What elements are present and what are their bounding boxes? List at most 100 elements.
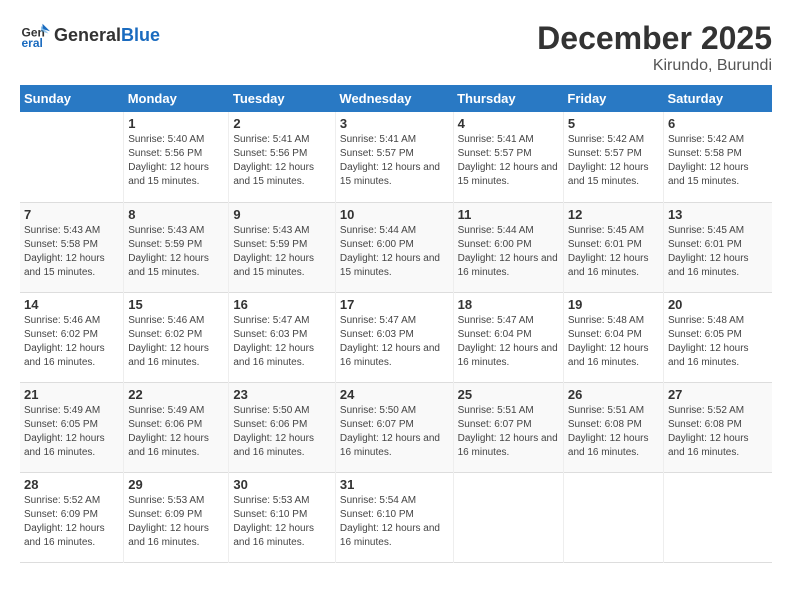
day-number: 9 <box>233 207 331 222</box>
day-sun-info: Sunrise: 5:43 AMSunset: 5:59 PMDaylight:… <box>128 224 224 280</box>
calendar-cell: 30Sunrise: 5:53 AMSunset: 6:10 PMDayligh… <box>229 472 336 562</box>
day-number: 11 <box>458 207 559 222</box>
day-number: 31 <box>340 477 449 492</box>
day-number: 29 <box>128 477 224 492</box>
day-number: 16 <box>233 297 331 312</box>
day-number: 5 <box>568 116 659 131</box>
week-row-3: 14 Sunrise: 5:46 AMSunset: 6:02 PMDayligh… <box>20 292 772 382</box>
weekday-header-saturday: Saturday <box>663 85 772 112</box>
day-sun-info: Sunrise: 5:54 AMSunset: 6:10 PMDaylight:… <box>340 494 449 550</box>
calendar-cell: 8Sunrise: 5:43 AMSunset: 5:59 PMDaylight… <box>124 202 229 292</box>
day-number: 26 <box>568 387 659 402</box>
calendar-cell: 31 Sunrise: 5:54 AMSunset: 6:10 PMDayligh… <box>335 472 453 562</box>
day-sun-info: Sunrise: 5:47 AMSunset: 6:03 PMDaylight:… <box>233 314 331 370</box>
day-sun-info: Sunrise: 5:45 AMSunset: 6:01 PMDaylight:… <box>568 224 659 280</box>
day-number: 6 <box>668 116 768 131</box>
day-sun-info: Sunrise: 5:40 AMSunset: 5:56 PMDaylight:… <box>128 133 224 189</box>
day-sun-info: Sunrise: 5:45 AMSunset: 6:01 PMDaylight:… <box>668 224 768 280</box>
day-number: 13 <box>668 207 768 222</box>
day-sun-info: Sunrise: 5:41 AMSunset: 5:57 PMDaylight:… <box>340 133 449 189</box>
day-number: 30 <box>233 477 331 492</box>
day-sun-info: Sunrise: 5:48 AMSunset: 6:04 PMDaylight:… <box>568 314 659 370</box>
day-sun-info: Sunrise: 5:52 AMSunset: 6:09 PMDaylight:… <box>24 494 119 550</box>
day-number: 7 <box>24 207 119 222</box>
day-sun-info: Sunrise: 5:41 AMSunset: 5:57 PMDaylight:… <box>458 133 559 189</box>
calendar-cell: 5 Sunrise: 5:42 AMSunset: 5:57 PMDaylight… <box>563 112 663 202</box>
logo: Gen eral General Blue <box>20 20 160 50</box>
logo-icon: Gen eral <box>20 20 50 50</box>
day-sun-info: Sunrise: 5:50 AMSunset: 6:06 PMDaylight:… <box>233 404 331 460</box>
week-row-1: 1 Sunrise: 5:40 AMSunset: 5:56 PMDaylight… <box>20 112 772 202</box>
page-header: Gen eral General Blue December 2025 Kiru… <box>20 20 772 75</box>
day-number: 17 <box>340 297 449 312</box>
calendar-cell: 24 Sunrise: 5:50 AMSunset: 6:07 PMDayligh… <box>335 382 453 472</box>
day-number: 15 <box>128 297 224 312</box>
day-sun-info: Sunrise: 5:44 AMSunset: 6:00 PMDaylight:… <box>458 224 559 280</box>
calendar-cell: 23 Sunrise: 5:50 AMSunset: 6:06 PMDayligh… <box>229 382 336 472</box>
calendar-cell <box>663 472 772 562</box>
calendar-cell <box>453 472 563 562</box>
month-year-title: December 2025 <box>537 20 772 57</box>
day-number: 25 <box>458 387 559 402</box>
calendar-cell <box>20 112 124 202</box>
day-number: 3 <box>340 116 449 131</box>
calendar-cell: 14 Sunrise: 5:46 AMSunset: 6:02 PMDayligh… <box>20 292 124 382</box>
day-sun-info: Sunrise: 5:51 AMSunset: 6:07 PMDaylight:… <box>458 404 559 460</box>
calendar-cell: 15 Sunrise: 5:46 AMSunset: 6:02 PMDayligh… <box>124 292 229 382</box>
day-sun-info: Sunrise: 5:49 AMSunset: 6:05 PMDaylight:… <box>24 404 119 460</box>
calendar-cell: 13 Sunrise: 5:45 AMSunset: 6:01 PMDayligh… <box>663 202 772 292</box>
weekday-header-sunday: Sunday <box>20 85 124 112</box>
day-number: 21 <box>24 387 119 402</box>
day-number: 20 <box>668 297 768 312</box>
calendar-cell: 28Sunrise: 5:52 AMSunset: 6:09 PMDayligh… <box>20 472 124 562</box>
day-sun-info: Sunrise: 5:46 AMSunset: 6:02 PMDaylight:… <box>128 314 224 370</box>
day-sun-info: Sunrise: 5:48 AMSunset: 6:05 PMDaylight:… <box>668 314 768 370</box>
day-sun-info: Sunrise: 5:53 AMSunset: 6:09 PMDaylight:… <box>128 494 224 550</box>
weekday-header-row: SundayMondayTuesdayWednesdayThursdayFrid… <box>20 85 772 112</box>
logo-general-text: General <box>54 25 121 46</box>
weekday-header-wednesday: Wednesday <box>335 85 453 112</box>
calendar-cell: 2Sunrise: 5:41 AMSunset: 5:56 PMDaylight… <box>229 112 336 202</box>
day-sun-info: Sunrise: 5:41 AMSunset: 5:56 PMDaylight:… <box>233 133 331 189</box>
calendar-cell <box>563 472 663 562</box>
calendar-cell: 3 Sunrise: 5:41 AMSunset: 5:57 PMDaylight… <box>335 112 453 202</box>
day-sun-info: Sunrise: 5:52 AMSunset: 6:08 PMDaylight:… <box>668 404 768 460</box>
calendar-cell: 1 Sunrise: 5:40 AMSunset: 5:56 PMDaylight… <box>124 112 229 202</box>
day-sun-info: Sunrise: 5:43 AMSunset: 5:58 PMDaylight:… <box>24 224 119 280</box>
calendar-cell: 21 Sunrise: 5:49 AMSunset: 6:05 PMDayligh… <box>20 382 124 472</box>
day-sun-info: Sunrise: 5:42 AMSunset: 5:58 PMDaylight:… <box>668 133 768 189</box>
week-row-4: 21 Sunrise: 5:49 AMSunset: 6:05 PMDayligh… <box>20 382 772 472</box>
day-number: 23 <box>233 387 331 402</box>
calendar-cell: 22Sunrise: 5:49 AMSunset: 6:06 PMDayligh… <box>124 382 229 472</box>
day-sun-info: Sunrise: 5:46 AMSunset: 6:02 PMDaylight:… <box>24 314 119 370</box>
day-sun-info: Sunrise: 5:44 AMSunset: 6:00 PMDaylight:… <box>340 224 449 280</box>
calendar-cell: 10 Sunrise: 5:44 AMSunset: 6:00 PMDayligh… <box>335 202 453 292</box>
logo-blue-text: Blue <box>121 25 160 46</box>
day-number: 12 <box>568 207 659 222</box>
day-sun-info: Sunrise: 5:49 AMSunset: 6:06 PMDaylight:… <box>128 404 224 460</box>
day-number: 27 <box>668 387 768 402</box>
day-number: 14 <box>24 297 119 312</box>
day-sun-info: Sunrise: 5:50 AMSunset: 6:07 PMDaylight:… <box>340 404 449 460</box>
week-row-2: 7 Sunrise: 5:43 AMSunset: 5:58 PMDaylight… <box>20 202 772 292</box>
calendar-cell: 16 Sunrise: 5:47 AMSunset: 6:03 PMDayligh… <box>229 292 336 382</box>
calendar-cell: 27 Sunrise: 5:52 AMSunset: 6:08 PMDayligh… <box>663 382 772 472</box>
calendar-cell: 6 Sunrise: 5:42 AMSunset: 5:58 PMDaylight… <box>663 112 772 202</box>
calendar-table: SundayMondayTuesdayWednesdayThursdayFrid… <box>20 85 772 563</box>
day-number: 19 <box>568 297 659 312</box>
day-sun-info: Sunrise: 5:47 AMSunset: 6:03 PMDaylight:… <box>340 314 449 370</box>
day-sun-info: Sunrise: 5:51 AMSunset: 6:08 PMDaylight:… <box>568 404 659 460</box>
day-sun-info: Sunrise: 5:43 AMSunset: 5:59 PMDaylight:… <box>233 224 331 280</box>
day-number: 1 <box>128 116 224 131</box>
day-number: 10 <box>340 207 449 222</box>
day-number: 24 <box>340 387 449 402</box>
svg-text:eral: eral <box>22 36 43 50</box>
calendar-cell: 19 Sunrise: 5:48 AMSunset: 6:04 PMDayligh… <box>563 292 663 382</box>
calendar-cell: 12 Sunrise: 5:45 AMSunset: 6:01 PMDayligh… <box>563 202 663 292</box>
calendar-cell: 18Sunrise: 5:47 AMSunset: 6:04 PMDayligh… <box>453 292 563 382</box>
day-sun-info: Sunrise: 5:42 AMSunset: 5:57 PMDaylight:… <box>568 133 659 189</box>
title-area: December 2025 Kirundo, Burundi <box>537 20 772 75</box>
week-row-5: 28Sunrise: 5:52 AMSunset: 6:09 PMDayligh… <box>20 472 772 562</box>
calendar-cell: 17 Sunrise: 5:47 AMSunset: 6:03 PMDayligh… <box>335 292 453 382</box>
calendar-cell: 25 Sunrise: 5:51 AMSunset: 6:07 PMDayligh… <box>453 382 563 472</box>
